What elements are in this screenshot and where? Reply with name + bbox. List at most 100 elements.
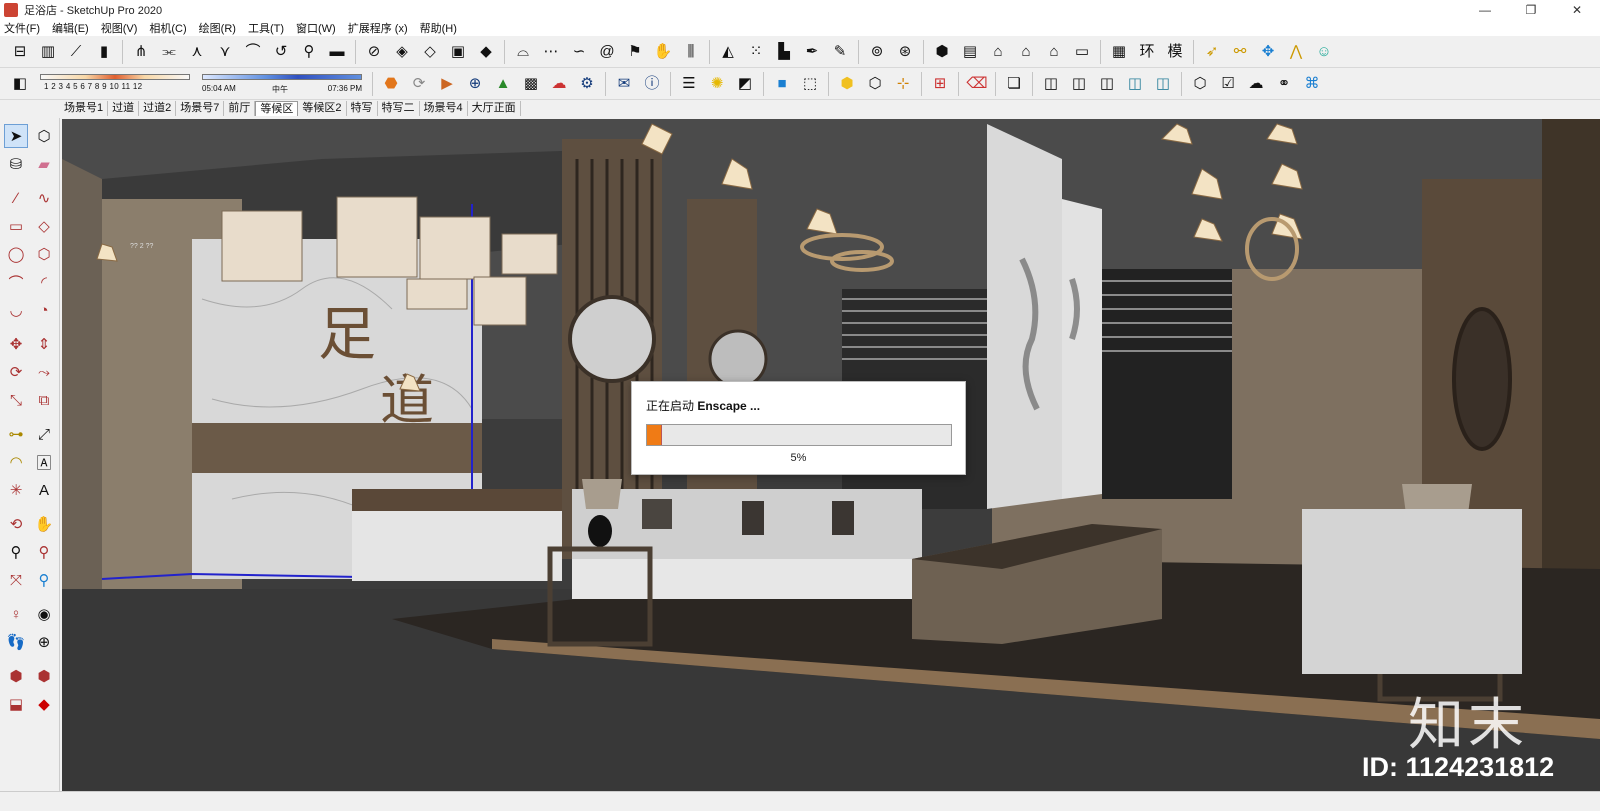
tab-corridor-2[interactable]: 过道2 <box>139 101 177 116</box>
right-view-icon[interactable]: ⌂ <box>1013 39 1039 65</box>
enscape-material-icon[interactable]: ▩ <box>518 71 544 97</box>
axes-tool-icon[interactable]: ✳ <box>4 478 28 502</box>
enscape-upload-icon[interactable]: ☁ <box>546 71 572 97</box>
plugin-tool-3-icon[interactable]: ⋏ <box>184 39 210 65</box>
tab-scene-7[interactable]: 场景号7 <box>176 101 225 116</box>
tab-corridor[interactable]: 过道 <box>108 101 140 116</box>
column-tool-icon[interactable]: ⫼ <box>678 39 704 65</box>
hand-tool-icon[interactable]: ✋ <box>650 39 676 65</box>
wave-tool-icon[interactable]: ∽ <box>566 39 592 65</box>
tab-closeup-2[interactable]: 特写二 <box>377 101 420 116</box>
orbit-tool-icon[interactable]: ⟲ <box>4 512 28 536</box>
zoom-extents-icon[interactable]: ⤧ <box>4 568 28 592</box>
plugin-tool-6-icon[interactable]: ↺ <box>268 39 294 65</box>
follow-me-icon[interactable]: ⤳ <box>32 360 56 384</box>
mail-icon[interactable]: ✉ <box>611 71 637 97</box>
pan-tool-icon[interactable]: ✋ <box>32 512 56 536</box>
link-plus-icon[interactable]: ⚭ <box>1271 71 1297 97</box>
extension-warehouse-icon[interactable]: ⬓ <box>4 692 28 716</box>
zoom-window-icon[interactable]: ⚲ <box>32 540 56 564</box>
enscape-tree-icon[interactable]: ▲ <box>490 71 516 97</box>
tape-measure-icon[interactable]: ⊶ <box>4 422 28 446</box>
tab-waiting-area-2[interactable]: 等候区2 <box>298 101 347 116</box>
scale-tool-icon[interactable]: ⤡ <box>4 388 28 412</box>
plugin-tool-9-icon[interactable]: ⊘ <box>361 39 387 65</box>
dimension-tool-icon[interactable]: ⤢ <box>32 422 56 446</box>
month-slider-track[interactable] <box>40 73 190 80</box>
time-slider-track[interactable] <box>202 73 362 80</box>
target-icon[interactable]: ⊹ <box>890 71 916 97</box>
plugin-tool-8-icon[interactable]: ▬ <box>324 39 350 65</box>
pen-tool-icon[interactable]: ✒ <box>799 39 825 65</box>
tab-front-hall[interactable]: 前厅 <box>224 101 256 116</box>
mirror-tool-icon[interactable]: ◭ <box>715 39 741 65</box>
paint-bucket-icon[interactable]: ⛁ <box>4 152 28 176</box>
flag-tool-icon[interactable]: ⚑ <box>622 39 648 65</box>
plugin-tool-12-icon[interactable]: ▣ <box>445 39 471 65</box>
arc-tool-icon[interactable]: ⌓ <box>510 39 536 65</box>
array-tool-icon[interactable]: ⁙ <box>743 39 769 65</box>
enscape-add-icon[interactable]: ⊕ <box>462 71 488 97</box>
look-around-icon[interactable]: ◉ <box>32 602 56 626</box>
menu-file[interactable]: 文件(F) <box>4 20 40 36</box>
text-tool-icon[interactable]: 🄰 <box>32 450 56 474</box>
delete-tag-icon[interactable]: ⌫ <box>964 71 990 97</box>
3d-text-icon[interactable]: A <box>32 478 56 502</box>
rectangle-tool-icon[interactable]: ▭ <box>4 214 28 238</box>
check-box-icon[interactable]: ☑ <box>1215 71 1241 97</box>
box-blue-icon[interactable]: ■ <box>769 71 795 97</box>
extrude-tool-icon[interactable]: ▙ <box>771 39 797 65</box>
walk-tool-icon[interactable]: 👣 <box>4 630 28 654</box>
push-pull-icon[interactable]: ⇕ <box>32 332 56 356</box>
top-view-icon[interactable]: ▤ <box>957 39 983 65</box>
style-1-icon[interactable]: ◫ <box>1038 71 1064 97</box>
tab-waiting-area[interactable]: 等候区 <box>255 101 299 116</box>
brush-tool-icon[interactable]: ✎ <box>827 39 853 65</box>
freehand-tool-icon[interactable]: ∿ <box>32 186 56 210</box>
window-tool-icon[interactable]: ▥ <box>35 39 61 65</box>
arc-tool-icon[interactable]: ⌒ <box>4 270 28 294</box>
model-tool-icon[interactable]: 模 <box>1162 39 1188 65</box>
rotated-rectangle-icon[interactable]: ◇ <box>32 214 56 238</box>
circle-tool-icon[interactable]: ◯ <box>4 242 28 266</box>
tab-closeup[interactable]: 特写 <box>346 101 378 116</box>
rotate-tool-icon[interactable]: ⟳ <box>4 360 28 384</box>
shadow-toggle-icon[interactable]: ◧ <box>7 71 33 97</box>
ruby-console-icon[interactable]: ◆ <box>32 692 56 716</box>
month-slider[interactable]: 1 2 3 4 5 6 7 8 9 10 11 12 <box>40 70 190 98</box>
menu-edit[interactable]: 编辑(E) <box>52 20 89 36</box>
menu-draw[interactable]: 绘图(R) <box>199 20 236 36</box>
cloud-upload-icon[interactable]: ☁ <box>1243 71 1269 97</box>
style-4-icon[interactable]: ◫ <box>1122 71 1148 97</box>
plugin-tool-4-icon[interactable]: ⋎ <box>212 39 238 65</box>
plugin-tool-1-icon[interactable]: ⋔ <box>128 39 154 65</box>
left-view-icon[interactable]: ▭ <box>1069 39 1095 65</box>
menu-help[interactable]: 帮助(H) <box>420 20 457 36</box>
list-icon[interactable]: ☰ <box>676 71 702 97</box>
plugin-tool-13-icon[interactable]: ◆ <box>473 39 499 65</box>
select-tool-icon[interactable]: ➤ <box>4 124 28 148</box>
offset-tool-icon[interactable]: ⧉ <box>32 388 56 412</box>
layers-icon[interactable]: ❏ <box>1001 71 1027 97</box>
bars-tool-icon[interactable]: ▮ <box>91 39 117 65</box>
move-tool-icon[interactable]: ✥ <box>4 332 28 356</box>
line-tool-icon[interactable]: ∕ <box>4 186 28 210</box>
menu-tools[interactable]: 工具(T) <box>248 20 284 36</box>
plugin-tool-11-icon[interactable]: ◇ <box>417 39 443 65</box>
two-point-arc-icon[interactable]: ◜ <box>32 270 56 294</box>
enscape-settings-icon[interactable]: ⚙ <box>574 71 600 97</box>
position-camera-icon[interactable]: ♀ <box>4 602 28 626</box>
spiral-tool-icon[interactable]: @ <box>594 39 620 65</box>
share-model-icon[interactable]: ⬢ <box>32 664 56 688</box>
grid-colored-icon[interactable]: ⊞ <box>927 71 953 97</box>
contrast-icon[interactable]: ◩ <box>732 71 758 97</box>
light-bulb-icon[interactable]: ✺ <box>704 71 730 97</box>
plugin-tool-10-icon[interactable]: ◈ <box>389 39 415 65</box>
tab-lobby-front[interactable]: 大厅正面 <box>467 101 521 116</box>
select-cursor-icon[interactable]: ➶ <box>1199 39 1225 65</box>
close-button[interactable]: ✕ <box>1554 0 1600 20</box>
tab-scene-1[interactable]: 场景号1 <box>60 101 109 116</box>
env-tool-icon[interactable]: 环 <box>1134 39 1160 65</box>
eraser-icon[interactable]: ▰ <box>32 152 56 176</box>
component-tool-icon[interactable]: ⊚ <box>864 39 890 65</box>
